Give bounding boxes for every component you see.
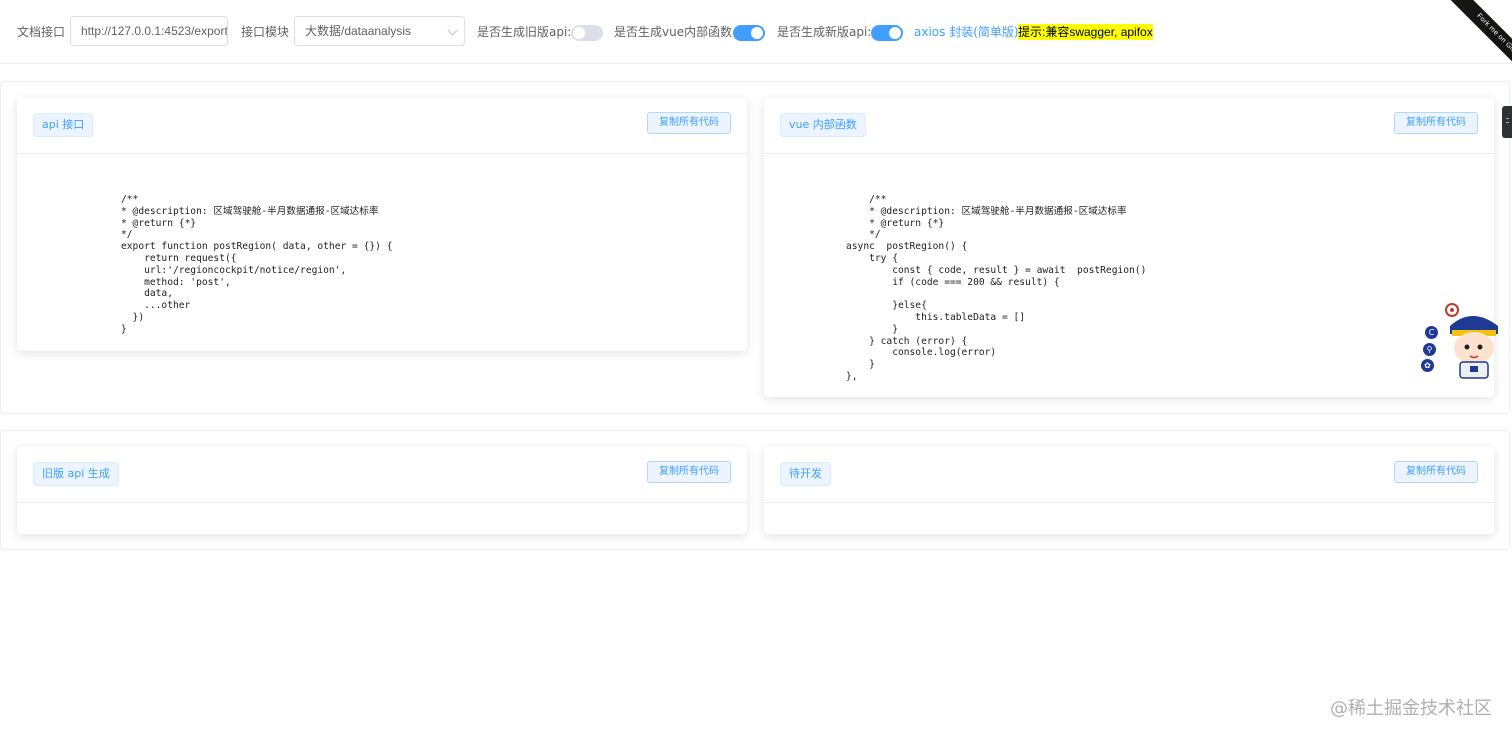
switch-knob [573, 27, 585, 39]
code-row-2: 旧版 api 生成 复制所有代码 待开发 复制所有代码 [0, 430, 1510, 550]
switch-knob [751, 27, 763, 39]
card-header: api 接口 复制所有代码 [17, 98, 747, 154]
vue-code-block: /** * @description: 区域驾驶舱-半月数据通报-区域达标率 *… [846, 194, 1147, 382]
copy-vue-code-button[interactable]: 复制所有代码 [1394, 112, 1478, 134]
vue-card-tag: vue 内部函数 [780, 113, 866, 137]
old-api-card-tag: 旧版 api 生成 [33, 462, 119, 486]
old-api-switch[interactable] [571, 25, 603, 41]
card-header: 旧版 api 生成 复制所有代码 [17, 447, 747, 503]
github-ribbon[interactable]: Fork me on GitHub [1422, 0, 1512, 90]
doc-url-label: 文档接口 [17, 25, 66, 39]
module-select-value: 大数据/dataanalysis [305, 24, 412, 38]
pending-card: 待开发 复制所有代码 [764, 447, 1494, 534]
pending-card-tag: 待开发 [780, 462, 831, 486]
vue-card: vue 内部函数 复制所有代码 /** * @description: 区域驾驶… [764, 98, 1494, 397]
watermark: @稀土掘金技术社区 [1330, 698, 1492, 719]
module-label: 接口模块 [241, 25, 290, 39]
card-header: 待开发 复制所有代码 [764, 447, 1494, 503]
old-api-label: 是否生成旧版api: [477, 25, 572, 39]
api-code-block: /** * @description: 区域驾驶舱-半月数据通报-区域达标率 *… [121, 194, 393, 335]
toolbar: 文档接口 http://127.0.0.1:4523/export 接口模块 大… [0, 0, 1512, 64]
axios-link[interactable]: axios 封装(简单版) [914, 24, 1019, 40]
vue-fn-switch[interactable] [733, 25, 765, 41]
mascot-image[interactable] [1442, 300, 1502, 380]
compat-hint: 提示:兼容swagger, apifox [1018, 24, 1153, 40]
doc-url-input[interactable]: http://127.0.0.1:4523/export [70, 16, 228, 46]
copyright-icon[interactable]: C [1425, 326, 1438, 339]
module-select[interactable]: 大数据/dataanalysis [294, 16, 465, 46]
new-api-label: 是否生成新版api: [777, 25, 872, 39]
switch-knob [889, 27, 901, 39]
vue-fn-label: 是否生成vue内部函数: [614, 25, 737, 39]
card-header: vue 内部函数 复制所有代码 [764, 98, 1494, 154]
code-row-1: api 接口 复制所有代码 /** * @description: 区域驾驶舱-… [0, 81, 1510, 414]
side-drawer-handle[interactable] [1502, 106, 1512, 138]
handle-line [1506, 118, 1509, 119]
old-api-card: 旧版 api 生成 复制所有代码 [17, 447, 747, 534]
chevron-down-icon [447, 25, 458, 36]
api-card: api 接口 复制所有代码 /** * @description: 区域驾驶舱-… [17, 98, 747, 351]
new-api-switch[interactable] [871, 25, 903, 41]
copy-old-api-code-button[interactable]: 复制所有代码 [647, 461, 731, 483]
github-ribbon-label[interactable]: Fork me on GitHub [1444, 0, 1512, 90]
settings-icon[interactable]: ✿ [1421, 359, 1434, 372]
handle-line [1506, 122, 1509, 123]
api-card-tag: api 接口 [33, 113, 94, 137]
share-icon[interactable]: ⚲ [1423, 343, 1436, 356]
copy-api-code-button[interactable]: 复制所有代码 [647, 112, 731, 134]
copy-pending-code-button[interactable]: 复制所有代码 [1394, 461, 1478, 483]
